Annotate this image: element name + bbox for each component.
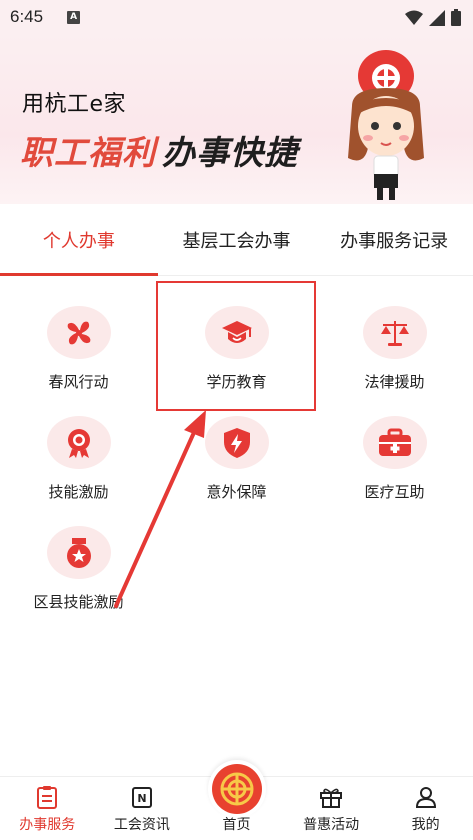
home-button[interactable] [208, 760, 266, 818]
tab-grassroots-union[interactable]: 基层工会办事 [158, 204, 316, 275]
service-label: 技能激励 [48, 483, 109, 501]
service-icon-bg [204, 416, 269, 469]
mascot-illustration [348, 50, 424, 200]
medal-icon [66, 537, 91, 568]
service-icon-bg [362, 306, 427, 359]
service-icon-bg [362, 416, 427, 469]
banner-title-red: 职工福利 [20, 133, 156, 172]
svg-text:N: N [137, 792, 146, 805]
shield-lightning-icon [223, 427, 250, 458]
pinwheel-icon [67, 321, 90, 344]
nav-label: 我的 [411, 817, 440, 833]
service-label: 春风行动 [48, 373, 109, 391]
user-icon [415, 784, 437, 810]
service-label: 意外保障 [206, 483, 267, 501]
service-label: 医疗互助 [364, 483, 425, 501]
signal-icon [429, 9, 445, 26]
tab-bar: 个人办事 基层工会办事 办事服务记录 [0, 204, 473, 276]
wifi-icon [405, 10, 423, 25]
status-indicators [405, 9, 461, 26]
service-skill-incentive[interactable]: 技能激励 [0, 392, 157, 502]
medical-kit-icon [378, 428, 411, 456]
banner-title: 职工福利 办事快捷 [20, 126, 298, 174]
gift-icon [319, 784, 343, 810]
nav-label: 办事服务 [19, 817, 76, 833]
nav-service[interactable]: 办事服务 [0, 777, 95, 840]
status-bar: 6:45 A [0, 0, 473, 34]
battery-icon [451, 9, 461, 26]
service-legal-aid[interactable]: 法律援助 [316, 282, 473, 392]
service-icon-bg [46, 306, 111, 359]
banner: 用杭工e家 职工福利 办事快捷 [0, 34, 473, 204]
nav-union-news[interactable]: N 工会资讯 [95, 777, 190, 840]
scales-icon [380, 320, 409, 346]
notification-icon: A [67, 10, 81, 24]
nav-label: 普惠活动 [303, 817, 360, 833]
service-district-skill-incentive[interactable]: 区县技能激励 [0, 502, 157, 612]
status-time: 6:45 [10, 7, 44, 26]
service-icon-bg [46, 416, 111, 469]
rosette-icon [67, 428, 90, 458]
service-label: 区县技能激励 [33, 593, 124, 611]
service-label: 法律援助 [364, 373, 425, 391]
service-icon-bg [46, 526, 111, 579]
union-logo-icon [212, 764, 262, 814]
tab-service-records[interactable]: 办事服务记录 [315, 204, 473, 275]
highlight-annotation-box [156, 281, 316, 411]
banner-title-dark: 办事快捷 [162, 133, 298, 172]
nav-mine[interactable]: 我的 [378, 777, 473, 840]
news-icon: N [131, 784, 153, 810]
nav-label: 工会资讯 [113, 817, 170, 833]
tab-personal[interactable]: 个人办事 [0, 204, 158, 276]
service-medical-mutual-aid[interactable]: 医疗互助 [316, 392, 473, 502]
nav-benefits[interactable]: 普惠活动 [284, 777, 379, 840]
banner-subtitle: 用杭工e家 [22, 92, 127, 117]
service-spring-breeze[interactable]: 春风行动 [0, 282, 157, 392]
clipboard-icon [36, 784, 58, 810]
